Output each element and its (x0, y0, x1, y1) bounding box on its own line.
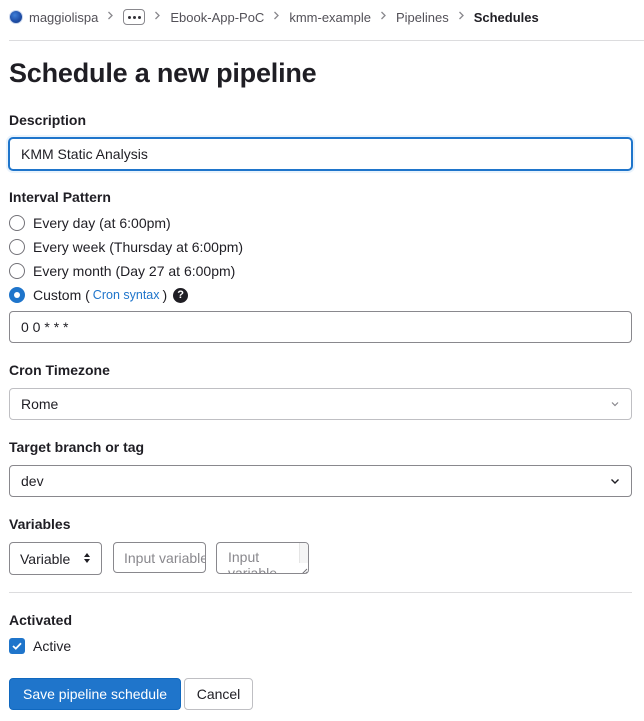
variable-value-placeholder: Input variable value (228, 549, 278, 574)
interval-pattern-label: Interval Pattern (9, 189, 111, 205)
radio-label: Every day (at 6:00pm) (33, 215, 171, 231)
group-avatar (9, 10, 23, 24)
breadcrumb-item-schedules[interactable]: Schedules (474, 10, 539, 25)
chevron-right-icon (107, 11, 114, 23)
timezone-value: Rome (21, 396, 59, 412)
schedule-page: maggiolispa Ebook-App-PoC kmm-example Pi… (0, 0, 644, 721)
breadcrumb-link[interactable]: kmm-example (289, 10, 371, 25)
breadcrumb-item-project-group[interactable]: Ebook-App-PoC (170, 10, 264, 25)
radio-every-week[interactable]: Every week (Thursday at 6:00pm) (9, 237, 243, 257)
question-circle-icon[interactable]: ? (173, 287, 189, 303)
radio-every-day[interactable]: Every day (at 6:00pm) (9, 213, 171, 233)
radio-every-month[interactable]: Every month (Day 27 at 6:00pm) (9, 261, 235, 281)
close-paren: ) (162, 287, 168, 303)
cancel-button[interactable]: Cancel (184, 678, 253, 710)
cron-syntax-link[interactable]: Cron syntax (93, 288, 160, 302)
breadcrumb-link[interactable]: maggiolispa (29, 10, 98, 25)
radio-button[interactable] (9, 263, 25, 279)
breadcrumb-link[interactable]: Schedules (474, 10, 539, 25)
radio-button[interactable] (9, 239, 25, 255)
cron-timezone-label: Cron Timezone (9, 362, 110, 378)
variable-value-textarea[interactable]: Input variable value (216, 542, 309, 574)
variable-type-value: Variable (20, 550, 71, 567)
description-label: Description (9, 112, 87, 128)
breadcrumb-link[interactable]: Pipelines (396, 10, 449, 25)
timezone-dropdown[interactable]: Rome (9, 388, 632, 420)
active-checkbox-row[interactable]: Active (9, 637, 71, 655)
page-title: Schedule a new pipeline (9, 58, 317, 88)
radio-label: Custom ( (33, 287, 90, 303)
chevron-down-icon (610, 399, 620, 409)
description-input[interactable] (9, 138, 632, 170)
chevron-right-icon (380, 11, 387, 23)
save-pipeline-schedule-button[interactable]: Save pipeline schedule (9, 678, 181, 710)
variables-label: Variables (9, 516, 71, 532)
variable-key-input[interactable]: Input variable key (113, 542, 206, 573)
branch-value: dev (21, 473, 44, 489)
cron-input[interactable] (9, 311, 632, 343)
active-checkbox[interactable] (9, 638, 25, 654)
header-divider (9, 40, 644, 41)
chevron-right-icon (154, 11, 161, 23)
radio-custom[interactable]: Custom ( Cron syntax ) ? (9, 285, 189, 305)
chevron-down-icon (610, 476, 620, 486)
breadcrumb-item-group[interactable]: maggiolispa (9, 10, 98, 25)
chevron-right-icon (273, 11, 280, 23)
activated-label: Activated (9, 612, 73, 628)
radio-button[interactable] (9, 215, 25, 231)
variable-key-placeholder: Input variable key (124, 549, 206, 566)
radio-label: Every month (Day 27 at 6:00pm) (33, 263, 236, 279)
section-divider (9, 592, 632, 593)
chevron-right-icon (458, 11, 465, 23)
checkmark-icon (12, 642, 22, 650)
target-branch-dropdown[interactable]: dev (9, 465, 632, 497)
radio-label: Every week (Thursday at 6:00pm) (33, 239, 244, 255)
resize-grip-icon[interactable] (298, 563, 308, 573)
breadcrumb-item-project[interactable]: kmm-example (289, 10, 371, 25)
radio-button[interactable] (9, 287, 25, 303)
active-checkbox-label: Active (33, 638, 72, 654)
breadcrumb-link[interactable]: Ebook-App-PoC (170, 10, 264, 25)
sort-icon (83, 551, 91, 567)
variable-type-select[interactable]: Variable (9, 542, 102, 575)
target-branch-label: Target branch or tag (9, 439, 145, 455)
breadcrumb: maggiolispa Ebook-App-PoC kmm-example Pi… (9, 0, 644, 34)
breadcrumb-item-pipelines[interactable]: Pipelines (396, 10, 449, 25)
ellipsis-icon[interactable] (123, 9, 146, 25)
textarea-scrollbar[interactable] (299, 543, 308, 563)
